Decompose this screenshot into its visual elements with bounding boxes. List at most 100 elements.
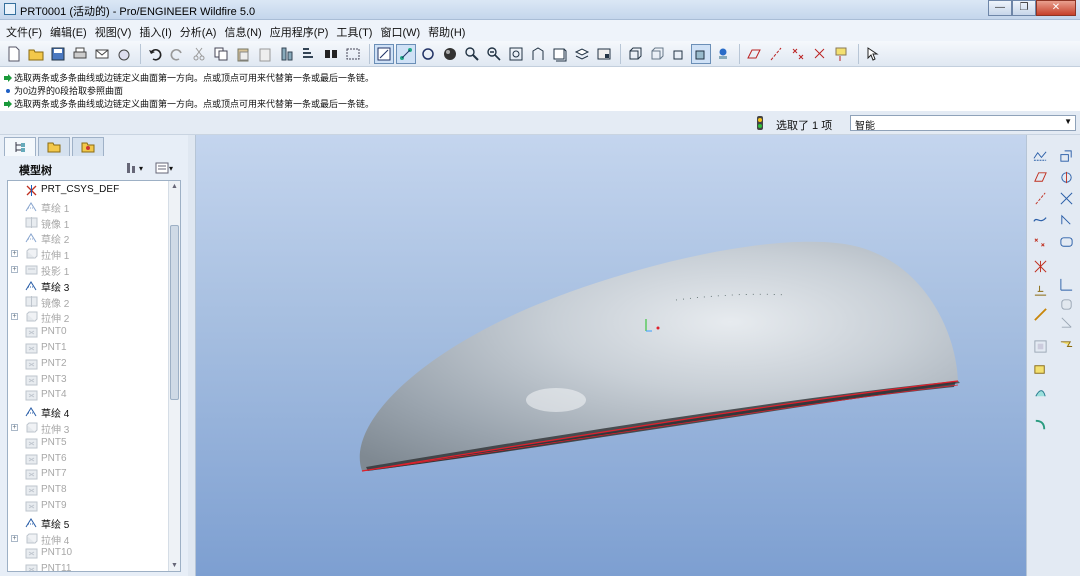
shell-tool-icon[interactable] (1057, 295, 1075, 313)
tree-item[interactable]: PNT1 (8, 341, 168, 356)
expand-icon[interactable]: + (11, 313, 18, 321)
menu-view[interactable]: 视图(V) (92, 20, 137, 41)
reorient-icon[interactable] (528, 44, 548, 64)
send-to-icon[interactable] (114, 44, 134, 64)
open-icon[interactable] (26, 44, 46, 64)
tree-item[interactable]: + 拉伸 4 (8, 531, 168, 547)
datum-axis-icon[interactable] (1057, 147, 1075, 165)
expand-icon[interactable]: + (11, 534, 18, 542)
tree-item[interactable]: + 拉伸 2 (8, 309, 168, 325)
restore-button[interactable]: ❐ (1012, 0, 1036, 16)
find-icon[interactable] (321, 44, 341, 64)
tree-item[interactable]: PNT4 (8, 388, 168, 403)
scroll-down-icon[interactable]: ▼ (171, 562, 178, 569)
revolve-tool-icon[interactable] (1057, 233, 1075, 251)
print-icon[interactable] (70, 44, 90, 64)
blend-tool-icon[interactable] (1057, 275, 1075, 293)
tree-item[interactable]: 草绘 2 (8, 230, 168, 246)
extrude-tool-icon[interactable] (1031, 233, 1049, 251)
close-button[interactable]: ✕ (1036, 0, 1076, 16)
tree-item[interactable]: PNT9 (8, 499, 168, 514)
view-manager-icon[interactable] (550, 44, 570, 64)
tree-item[interactable]: 草绘 1 (8, 199, 168, 215)
tree-item[interactable]: + 拉伸 3 (8, 420, 168, 436)
settings-dropdown[interactable]: ▾ (125, 160, 147, 176)
tab-favorites[interactable] (72, 137, 104, 156)
analysis-feature-icon[interactable] (1031, 210, 1049, 228)
show-dropdown[interactable]: ▾ (155, 160, 177, 176)
menu-file[interactable]: 文件(F) (3, 20, 47, 41)
round-tool-icon[interactable] (1031, 337, 1049, 355)
menu-window[interactable]: 窗口(W) (377, 20, 425, 41)
graphics-window[interactable] (196, 135, 1026, 576)
tab-folder-browser[interactable] (38, 137, 70, 156)
appearance-icon[interactable] (594, 44, 614, 64)
regenerate-icon[interactable] (277, 44, 297, 64)
chamfer-tool-icon[interactable] (1057, 337, 1075, 355)
menu-tools[interactable]: 工具(T) (333, 20, 377, 41)
layers-icon[interactable] (572, 44, 592, 64)
dimension-display-icon[interactable] (832, 44, 852, 64)
hole-tool-icon[interactable] (1031, 280, 1049, 298)
shading-mode-icon[interactable] (691, 43, 711, 64)
model-surface[interactable] (359, 241, 959, 471)
point-tool-icon[interactable] (1031, 189, 1049, 207)
tree-item[interactable]: 镜像 2 (8, 294, 168, 310)
datum-display-icon[interactable] (713, 44, 733, 64)
scroll-up-icon[interactable]: ▲ (171, 183, 178, 190)
menu-info[interactable]: 信息(N) (221, 20, 266, 41)
sketch-tool-icon[interactable] (1057, 168, 1075, 186)
shading-icon[interactable] (440, 44, 460, 64)
tree-item[interactable]: PNT5 (8, 436, 168, 451)
hidden-line-icon[interactable] (647, 44, 667, 64)
tree-item[interactable]: 镜像 1 (8, 215, 168, 231)
regen-manager-icon[interactable] (299, 44, 319, 64)
csys-tool-icon[interactable] (1057, 189, 1075, 207)
menu-analysis[interactable]: 分析(A) (177, 20, 222, 41)
tree-item[interactable]: PNT7 (8, 467, 168, 482)
csys-display-icon[interactable] (810, 44, 830, 64)
redo-icon[interactable] (167, 44, 187, 64)
copy-icon[interactable] (211, 44, 231, 64)
panel-splitter[interactable] (188, 135, 196, 576)
new-icon[interactable] (4, 44, 24, 64)
paste-icon[interactable] (233, 44, 253, 64)
point-display-icon[interactable] (788, 44, 808, 64)
axis-display-icon[interactable] (766, 44, 786, 64)
expand-icon[interactable]: + (11, 250, 18, 258)
rib-tool-icon[interactable] (1031, 305, 1049, 323)
datum-curve-icon[interactable] (1031, 168, 1049, 186)
plane-display-icon[interactable] (744, 44, 764, 64)
tree-item[interactable]: PNT11 (8, 562, 168, 571)
undo-icon[interactable] (145, 44, 165, 64)
no-hidden-icon[interactable] (669, 44, 689, 64)
whats-this-icon[interactable] (863, 44, 883, 64)
tree-item[interactable]: PNT8 (8, 483, 168, 498)
tree-item[interactable]: PNT3 (8, 373, 168, 388)
tree-item[interactable]: PNT2 (8, 357, 168, 372)
tree-item[interactable]: PNT6 (8, 452, 168, 467)
tree-scrollbar[interactable]: ▲ ▼ (168, 181, 180, 571)
minimize-button[interactable]: — (988, 0, 1012, 16)
zoom-in-icon[interactable] (462, 44, 482, 64)
selection-filter-dropdown[interactable]: 智能 ▼ (850, 115, 1076, 132)
refit-icon[interactable] (506, 44, 526, 64)
cut-icon[interactable] (189, 44, 209, 64)
wireframe-icon[interactable] (625, 44, 645, 64)
datum-plane-icon[interactable] (1031, 147, 1049, 165)
paste-special-icon[interactable] (255, 44, 275, 64)
copy-geometry-icon[interactable] (1031, 383, 1049, 401)
menu-edit[interactable]: 编辑(E) (47, 20, 92, 41)
repaint-icon[interactable] (374, 43, 394, 64)
tree-item[interactable]: 草绘 4 (8, 404, 168, 420)
menu-applications[interactable]: 应用程序(P) (267, 20, 334, 41)
tree-item[interactable]: + 拉伸 1 (8, 246, 168, 262)
select-box-icon[interactable] (343, 44, 363, 64)
scrollbar-thumb[interactable] (170, 225, 179, 400)
orient-icon[interactable] (396, 43, 416, 64)
pattern-tool-icon[interactable] (1031, 360, 1049, 378)
tree-item[interactable]: 草绘 5 (8, 515, 168, 531)
tree-item[interactable]: + 投影 1 (8, 262, 168, 278)
send-icon[interactable] (92, 44, 112, 64)
saved-views-icon[interactable] (418, 44, 438, 64)
